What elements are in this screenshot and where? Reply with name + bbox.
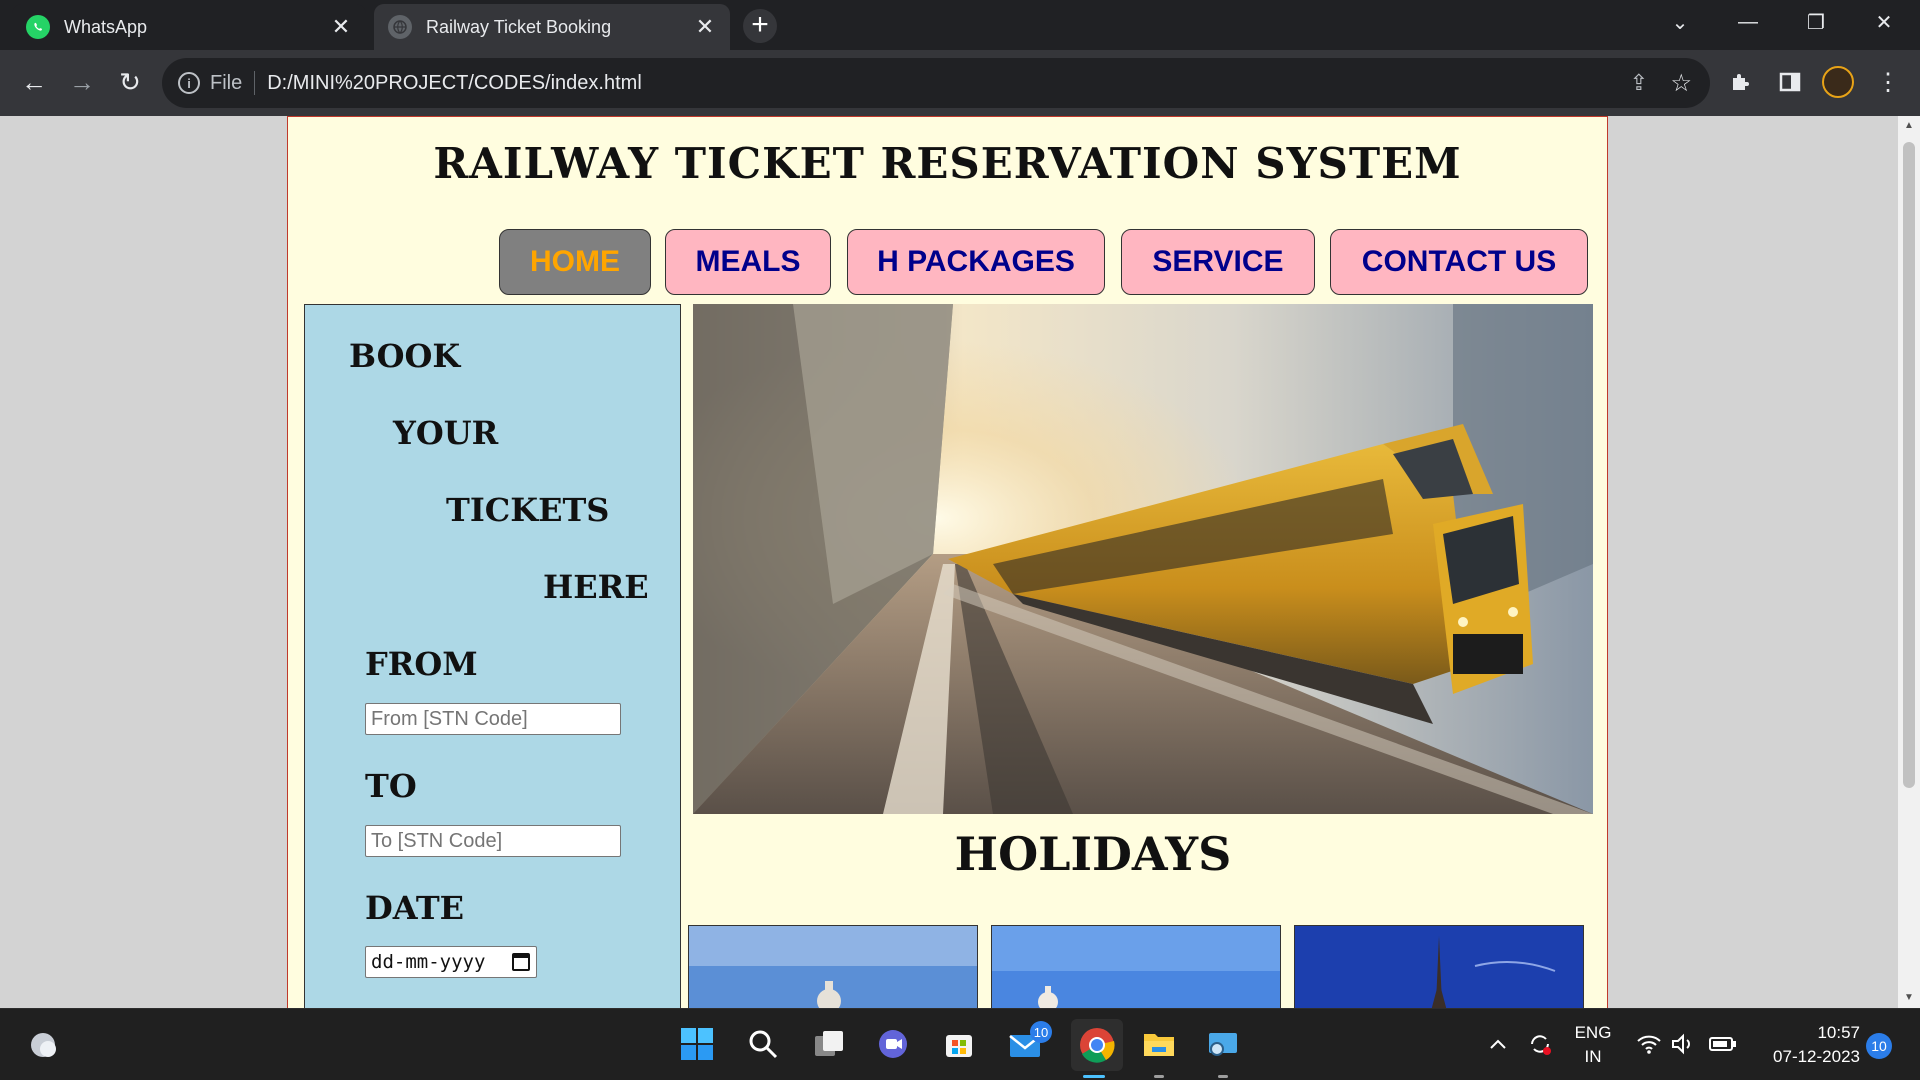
address-bar[interactable]: i File D:/MINI%20PROJECT/CODES/index.htm… — [162, 58, 1710, 108]
whatsapp-icon — [26, 15, 50, 39]
url-text[interactable]: D:/MINI%20PROJECT/CODES/index.html — [267, 72, 642, 95]
chevron-up-icon[interactable] — [1484, 1023, 1512, 1065]
task-view-icon[interactable] — [808, 1023, 850, 1065]
close-icon[interactable]: ✕ — [330, 14, 352, 39]
page-container: RAILWAY TICKET RESERVATION SYSTEM HOME M… — [287, 116, 1608, 1008]
booking-heading-word: YOUR — [393, 414, 499, 452]
clock[interactable]: 10:57 07-12-2023 — [1750, 1023, 1860, 1067]
side-panel-icon[interactable] — [1774, 66, 1806, 98]
tab-title: WhatsApp — [64, 16, 148, 37]
tab-title: Railway Ticket Booking — [426, 16, 612, 37]
close-window-button[interactable]: ✕ — [1856, 0, 1912, 44]
divider — [254, 71, 256, 95]
extensions-icon[interactable] — [1724, 66, 1756, 98]
scheme-label: File — [210, 71, 243, 94]
hero-train-image — [693, 304, 1593, 814]
from-station-input[interactable]: From [STN Code] — [365, 703, 621, 735]
close-icon[interactable]: ✕ — [694, 14, 716, 39]
wifi-icon[interactable] — [1634, 1023, 1664, 1065]
share-icon[interactable]: ⇪ — [1630, 70, 1648, 96]
active-app-indicator — [1083, 1075, 1105, 1078]
forward-button[interactable]: → — [62, 62, 102, 102]
nav-meals-button[interactable]: MEALS — [665, 229, 831, 295]
running-app-indicator — [1154, 1075, 1164, 1078]
page-scrollbar[interactable]: ▲ ▼ — [1898, 116, 1920, 1008]
nav-contact-us-button[interactable]: CONTACT US — [1330, 229, 1588, 295]
language-indicator[interactable]: ENG IN — [1566, 1023, 1620, 1067]
restore-button[interactable]: ❐ — [1788, 0, 1844, 44]
weather-icon[interactable] — [22, 1023, 64, 1065]
page-viewport: RAILWAY TICKET RESERVATION SYSTEM HOME M… — [0, 116, 1920, 1008]
booking-heading-word: TICKETS — [446, 491, 610, 529]
date-placeholder: dd-mm-yyyy — [371, 951, 486, 973]
scroll-thumb[interactable] — [1903, 142, 1915, 788]
microsoft-store-icon[interactable] — [938, 1023, 980, 1065]
nav-h-packages-button[interactable]: H PACKAGES — [847, 229, 1105, 295]
reload-button[interactable]: ↻ — [110, 62, 150, 102]
file-explorer-icon[interactable] — [1138, 1023, 1180, 1065]
holiday-thumbnail[interactable] — [991, 925, 1281, 1008]
scroll-down-arrow[interactable]: ▼ — [1898, 988, 1920, 1008]
search-icon[interactable] — [742, 1023, 784, 1065]
nav-service-button[interactable]: SERVICE — [1121, 229, 1315, 295]
browser-tab-strip: WhatsApp ✕ Railway Ticket Booking ✕ + ⌄ … — [0, 0, 1920, 50]
tab-whatsapp[interactable]: WhatsApp ✕ — [12, 4, 366, 50]
minimize-button[interactable]: — — [1720, 0, 1776, 44]
back-button[interactable]: ← — [14, 62, 54, 102]
nav-home-button[interactable]: HOME — [499, 229, 651, 295]
windows-taskbar: 10 ENG IN 10:57 07-12-2023 10 — [0, 1008, 1920, 1080]
start-windows-icon[interactable] — [676, 1023, 718, 1065]
profile-avatar[interactable] — [1822, 66, 1854, 98]
volume-icon[interactable] — [1668, 1023, 1698, 1065]
teams-chat-icon[interactable] — [872, 1023, 914, 1065]
booking-heading-word: BOOK — [349, 337, 461, 375]
language-code: ENG — [1574, 1023, 1612, 1042]
notification-badge[interactable]: 10 — [1866, 1033, 1892, 1059]
to-station-input[interactable]: To [STN Code] — [365, 825, 621, 857]
snipping-tool-icon[interactable] — [1202, 1023, 1244, 1065]
journey-date-input[interactable]: dd-mm-yyyy — [365, 946, 537, 978]
mail-unread-badge: 10 — [1030, 1021, 1052, 1043]
bookmark-star-icon[interactable]: ☆ — [1670, 69, 1692, 98]
holiday-thumbnail[interactable] — [1294, 925, 1584, 1008]
holidays-heading: HOLIDAYS — [954, 827, 1232, 881]
tab-search-icon[interactable]: ⌄ — [1652, 0, 1708, 44]
booking-heading-word: HERE — [543, 568, 649, 606]
booking-panel: BOOK YOUR TICKETS HERE FROM From [STN Co… — [304, 304, 681, 1008]
date-label: DATE — [365, 889, 465, 927]
chrome-icon[interactable] — [1071, 1019, 1123, 1071]
page-title: RAILWAY TICKET RESERVATION SYSTEM — [433, 139, 1462, 188]
calendar-icon[interactable] — [512, 953, 530, 971]
browser-toolbar: ← → ↻ i File D:/MINI%20PROJECT/CODES/ind… — [0, 50, 1920, 116]
more-menu-icon[interactable]: ⋮ — [1872, 66, 1904, 98]
tab-railway-ticket-booking[interactable]: Railway Ticket Booking ✕ — [374, 4, 730, 50]
to-label: TO — [365, 767, 417, 805]
running-app-indicator — [1218, 1075, 1228, 1078]
sync-icon[interactable] — [1524, 1023, 1556, 1065]
battery-icon[interactable] — [1706, 1023, 1740, 1065]
from-label: FROM — [365, 645, 478, 683]
scroll-up-arrow[interactable]: ▲ — [1898, 116, 1920, 136]
clock-time: 10:57 — [1817, 1023, 1860, 1042]
holiday-thumbnail[interactable] — [688, 925, 978, 1008]
region-code: IN — [1584, 1047, 1602, 1066]
info-icon[interactable]: i — [178, 72, 200, 94]
clock-date: 07-12-2023 — [1773, 1047, 1860, 1066]
new-tab-button[interactable]: + — [743, 9, 777, 43]
globe-icon — [388, 15, 412, 39]
